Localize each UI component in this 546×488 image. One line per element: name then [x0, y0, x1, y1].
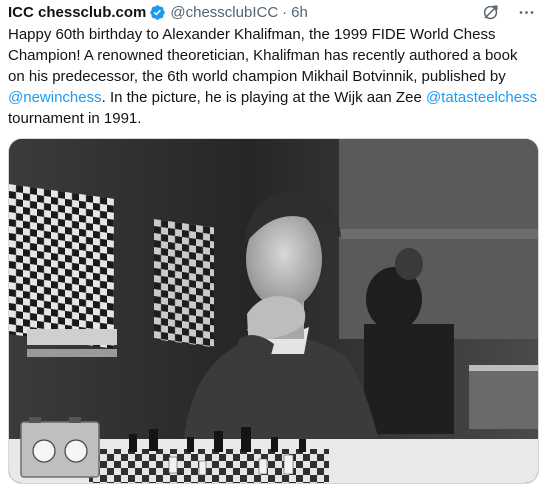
header-actions — [480, 2, 536, 22]
more-icon[interactable] — [516, 2, 536, 22]
tweet-text: Happy 60th birthday to Alexander Khalifm… — [8, 24, 538, 129]
photo-illustration — [9, 139, 538, 483]
tweet-text-part: . In the picture, he is playing at the W… — [101, 89, 426, 106]
verified-badge-icon — [149, 4, 166, 21]
user-handle[interactable]: @chessclubICC — [170, 4, 278, 21]
separator-dot: · — [282, 3, 288, 21]
display-name[interactable]: ICC chessclub.com — [8, 4, 146, 21]
mention-link[interactable]: @newinchess — [8, 89, 102, 106]
tweet: ICC chessclub.com @chessclubICC · 6h Hap… — [0, 0, 546, 488]
tweet-text-part: Happy 60th birthday to Alexander Khalifm… — [8, 26, 518, 85]
tweet-photo[interactable] — [8, 138, 539, 484]
timestamp[interactable]: 6h — [291, 4, 308, 21]
tweet-header: ICC chessclub.com @chessclubICC · 6h — [8, 2, 536, 22]
grok-icon[interactable] — [480, 2, 500, 22]
tweet-text-part: tournament in 1991. — [8, 110, 142, 127]
mention-link[interactable]: @tatasteelchess — [426, 89, 537, 106]
